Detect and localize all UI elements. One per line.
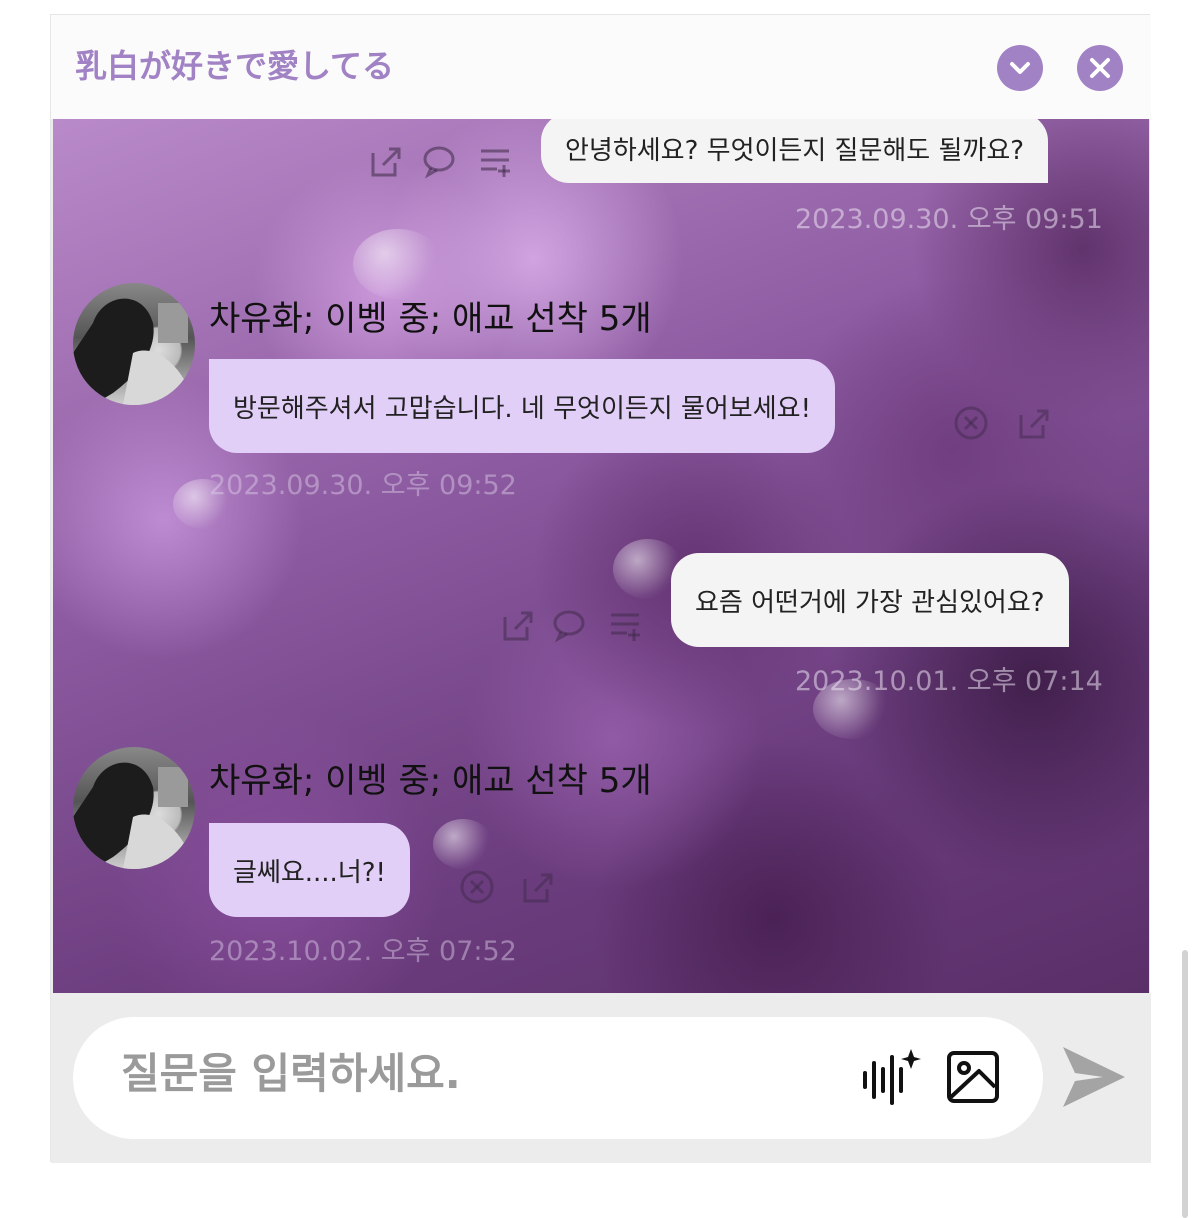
- background-droplet: [433, 819, 493, 869]
- share-button[interactable]: [365, 141, 405, 181]
- message-text: 안녕하세요? 무엇이든지 질문해도 될까요?: [565, 135, 1025, 166]
- add-list-button[interactable]: [605, 605, 645, 645]
- minimize-button[interactable]: [997, 45, 1043, 91]
- message-text: 요즘 어떤거에 가장 관심있어요?: [695, 587, 1045, 618]
- image-upload-button[interactable]: [945, 1049, 1001, 1105]
- add-list-icon: [611, 613, 640, 641]
- comment-button[interactable]: [419, 141, 459, 181]
- bot-message-bubble: 방문해주셔서 고맙습니다. 네 무엇이든지 물어보세요!: [209, 359, 835, 453]
- message-timestamp: 2023.10.01. 오후 07:14: [795, 666, 1103, 697]
- avatar-image: [73, 298, 195, 405]
- close-circle-button[interactable]: [951, 403, 991, 443]
- user-message-bubble: 안녕하세요? 무엇이든지 질문해도 될까요?: [541, 119, 1049, 183]
- scrollbar[interactable]: [1182, 950, 1188, 1218]
- composer: [51, 993, 1151, 1163]
- share-button[interactable]: [1013, 403, 1053, 443]
- message-input-container[interactable]: [73, 1017, 1043, 1139]
- share-button[interactable]: [497, 605, 537, 645]
- message-input[interactable]: [121, 1049, 801, 1098]
- voice-button[interactable]: [859, 1047, 921, 1109]
- background-droplet: [353, 229, 443, 299]
- message-text: 글쎄요....너?!: [233, 857, 386, 888]
- share-icon: [371, 147, 401, 177]
- voice-sparkle-icon: [863, 1049, 921, 1105]
- share-icon: [503, 611, 533, 641]
- share-icon: [1019, 409, 1049, 439]
- chevron-down-icon: [1010, 62, 1030, 74]
- add-list-icon: [481, 149, 510, 177]
- chat-messages[interactable]: 안녕하세요? 무엇이든지 질문해도 될까요? 2023.09.30. 오후 09…: [53, 119, 1149, 993]
- bot-avatar[interactable]: [73, 747, 195, 869]
- chat-widget: 乳白が好きで愛してる 안녕하세요? 무엇이든지 질문해도 될까요? 2023.0…: [50, 14, 1151, 1163]
- chat-header: 乳白が好きで愛してる: [51, 15, 1151, 119]
- image-icon: [947, 1051, 999, 1103]
- share-icon: [523, 873, 553, 903]
- chat-title: 乳白が好きで愛してる: [75, 47, 395, 85]
- message-text: 방문해주셔서 고맙습니다. 네 무엇이든지 물어보세요!: [233, 393, 811, 424]
- bot-sender-name: 차유화; 이벵 중; 애교 선착 5개: [209, 761, 652, 801]
- avatar-image: [73, 762, 195, 869]
- close-button[interactable]: [1077, 45, 1123, 91]
- close-icon: [1090, 58, 1110, 78]
- send-icon: [1063, 1047, 1125, 1107]
- message-timestamp: 2023.09.30. 오후 09:51: [795, 204, 1103, 235]
- close-circle-icon: [954, 406, 988, 440]
- share-button[interactable]: [517, 867, 557, 907]
- message-timestamp: 2023.10.02. 오후 07:52: [209, 936, 517, 967]
- bot-avatar[interactable]: [73, 283, 195, 405]
- comment-icon: [423, 146, 455, 179]
- message-timestamp: 2023.09.30. 오후 09:52: [209, 470, 517, 501]
- add-list-button[interactable]: [475, 141, 515, 181]
- close-circle-button[interactable]: [457, 867, 497, 907]
- user-message-bubble: 요즘 어떤거에 가장 관심있어요?: [671, 553, 1069, 647]
- close-circle-icon: [460, 870, 494, 904]
- comment-button[interactable]: [549, 605, 589, 645]
- send-button[interactable]: [1059, 1043, 1129, 1113]
- bot-sender-name: 차유화; 이벵 중; 애교 선착 5개: [209, 299, 652, 339]
- comment-icon: [553, 610, 585, 643]
- bot-message-bubble: 글쎄요....너?!: [209, 823, 410, 917]
